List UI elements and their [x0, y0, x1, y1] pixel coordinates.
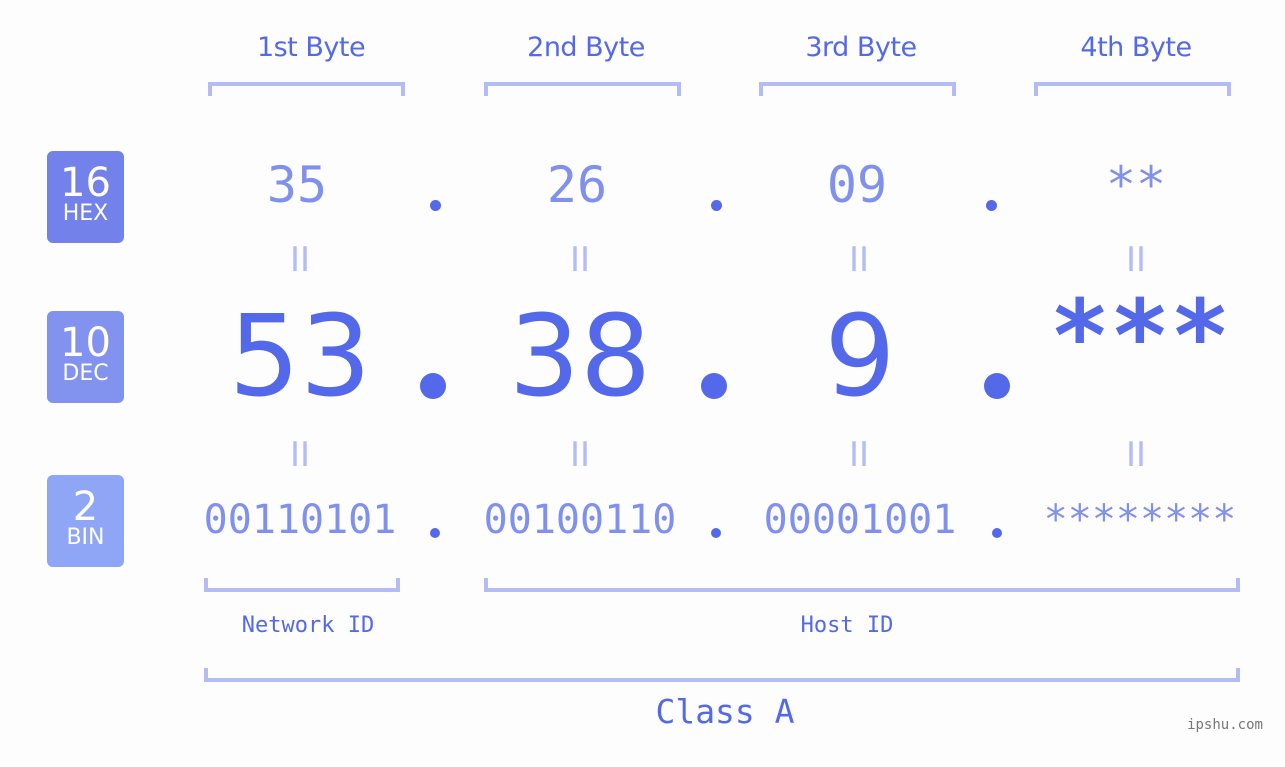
byte-bracket-2: [484, 82, 681, 96]
dec-badge-number: 10: [60, 320, 111, 366]
byte-header-3: 3rd Byte: [805, 32, 917, 63]
equals-icon: II: [569, 240, 591, 280]
dec-value-4: ***: [1049, 278, 1231, 395]
bin-separator-dot: [711, 528, 721, 538]
watermark: ipshu.com: [1187, 717, 1263, 733]
host-id-label: Host ID: [800, 613, 894, 638]
hex-separator-dot: [430, 200, 441, 211]
hex-separator-dot: [986, 200, 997, 211]
bin-value-2: 00100110: [483, 497, 677, 543]
dec-value-1: 53: [228, 292, 372, 422]
equals-icon: II: [1125, 435, 1147, 475]
byte-header-1: 1st Byte: [256, 32, 366, 63]
equals-icon: II: [289, 435, 311, 475]
dec-badge: 10 DEC: [47, 311, 124, 403]
dec-separator-dot: [984, 373, 1010, 399]
equals-icon: II: [848, 435, 870, 475]
byte-bracket-1: [208, 82, 405, 96]
class-bracket: [204, 668, 1240, 682]
hex-separator-dot: [711, 200, 722, 211]
hex-value-4: **: [1105, 156, 1167, 214]
bin-value-1: 00110101: [203, 497, 397, 543]
equals-icon: II: [1125, 240, 1147, 280]
hex-badge-number: 16: [60, 160, 111, 206]
byte-header-2: 2nd Byte: [527, 32, 645, 63]
bin-separator-dot: [992, 528, 1002, 538]
equals-icon: II: [569, 435, 591, 475]
hex-value-3: 09: [826, 156, 888, 214]
dec-separator-dot: [701, 373, 727, 399]
dec-separator-dot: [420, 373, 446, 399]
dec-value-3: 9: [824, 292, 896, 422]
dec-value-2: 38: [508, 292, 652, 422]
bin-value-4: ********: [1043, 497, 1237, 543]
bin-separator-dot: [430, 528, 440, 538]
byte-bracket-4: [1034, 82, 1231, 96]
hex-badge: 16 HEX: [47, 151, 124, 243]
network-id-bracket: [204, 578, 400, 592]
bin-badge-label: BIN: [66, 525, 105, 550]
bin-badge-number: 2: [72, 484, 99, 530]
hex-value-1: 35: [266, 156, 328, 214]
equals-icon: II: [848, 240, 870, 280]
equals-icon: II: [289, 240, 311, 280]
bin-badge: 2 BIN: [47, 475, 124, 567]
byte-header-4: 4th Byte: [1080, 32, 1192, 63]
byte-bracket-3: [759, 82, 956, 96]
bin-value-3: 00001001: [763, 497, 957, 543]
hex-badge-label: HEX: [62, 201, 109, 226]
network-id-label: Network ID: [241, 613, 375, 638]
class-label: Class A: [655, 692, 795, 731]
host-id-bracket: [484, 578, 1240, 592]
dec-badge-label: DEC: [62, 361, 109, 386]
hex-value-2: 26: [546, 156, 608, 214]
